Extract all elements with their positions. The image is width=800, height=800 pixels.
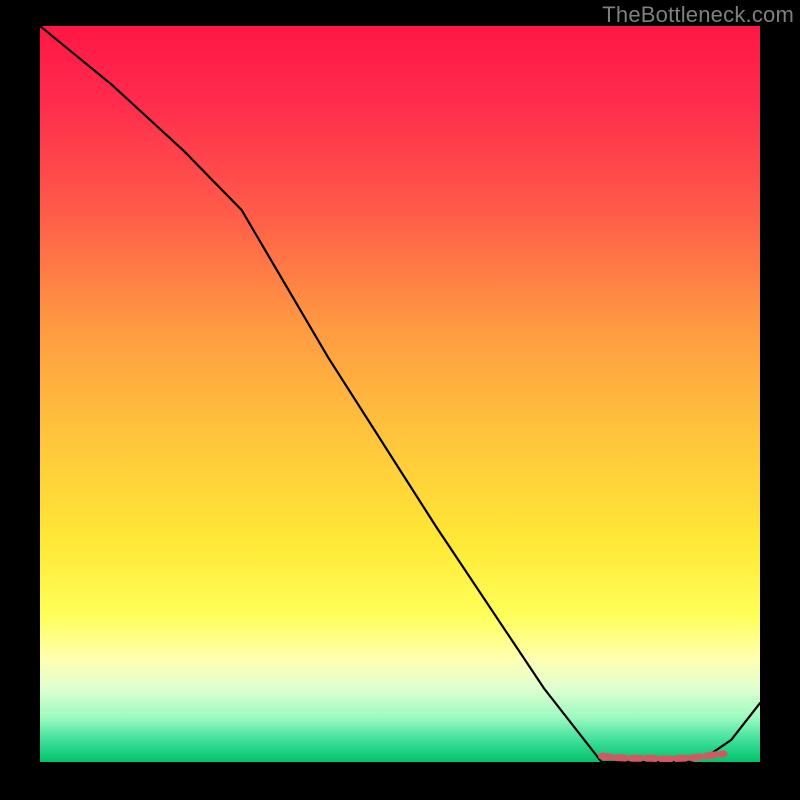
chart-frame: TheBottleneck.com [0, 0, 800, 800]
gradient-plot-area [40, 26, 760, 762]
watermark-text: TheBottleneck.com [602, 2, 794, 28]
